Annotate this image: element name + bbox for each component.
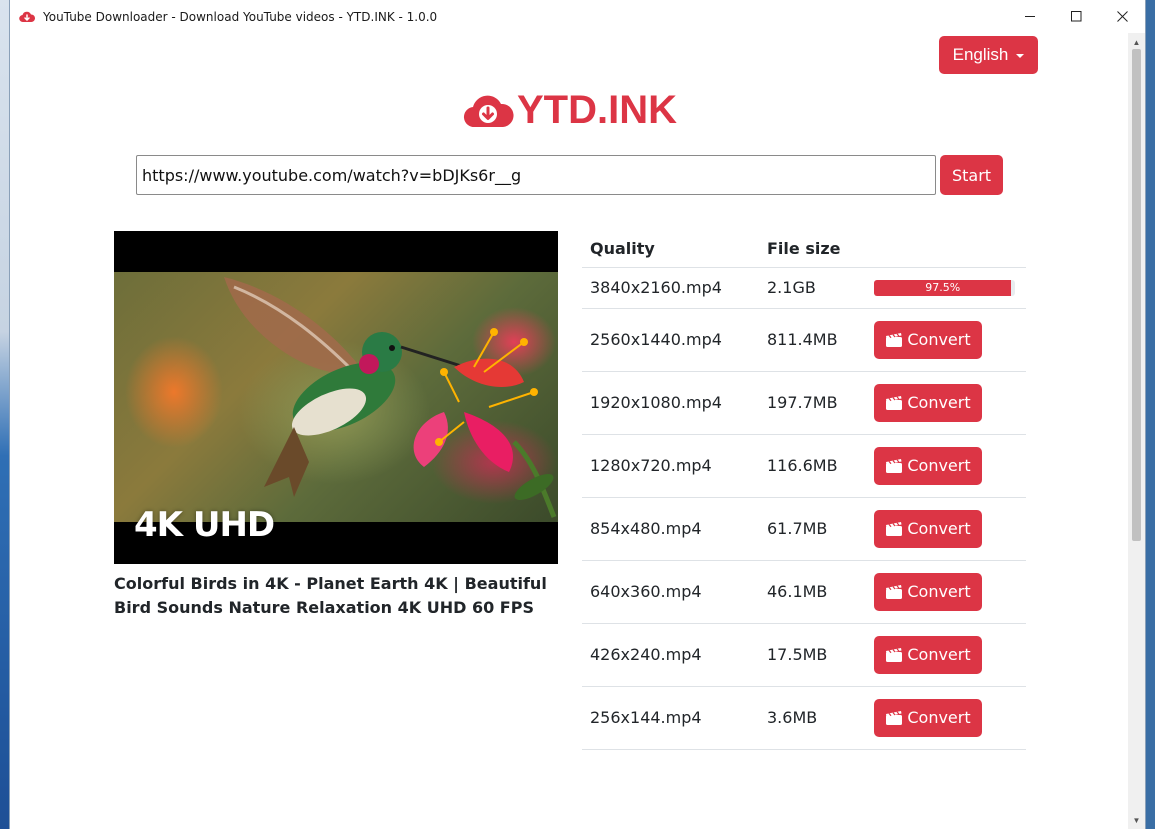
quality-cell: 854x480.mp4 bbox=[582, 497, 759, 561]
film-icon bbox=[885, 521, 903, 537]
window-title: YouTube Downloader - Download YouTube vi… bbox=[43, 9, 438, 24]
start-button[interactable]: Start bbox=[940, 155, 1003, 195]
convert-label: Convert bbox=[907, 393, 971, 412]
quality-cell: 640x360.mp4 bbox=[582, 560, 759, 624]
column-header-quality: Quality bbox=[582, 230, 759, 268]
size-cell: 46.1MB bbox=[759, 560, 866, 624]
title-bar: YouTube Downloader - Download YouTube vi… bbox=[10, 0, 1145, 33]
video-title: Colorful Birds in 4K - Planet Earth 4K |… bbox=[114, 574, 547, 617]
url-input[interactable] bbox=[136, 155, 936, 195]
app-cloud-download-icon bbox=[19, 9, 35, 25]
window-controls bbox=[1007, 0, 1145, 33]
size-cell: 116.6MB bbox=[759, 434, 866, 498]
film-icon bbox=[885, 710, 903, 726]
formats-table: Quality File size 3840x2160.mp4 2.1GB 97… bbox=[582, 230, 1026, 750]
convert-button[interactable]: Convert bbox=[874, 320, 982, 359]
close-button[interactable] bbox=[1099, 0, 1145, 33]
column-header-action bbox=[866, 230, 1026, 268]
thumbnail-image: 4K UHD bbox=[114, 272, 558, 545]
convert-label: Convert bbox=[907, 582, 971, 601]
logo: YTD.INK bbox=[463, 88, 677, 132]
app-window: YouTube Downloader - Download YouTube vi… bbox=[9, 0, 1146, 829]
action-cell: Convert bbox=[866, 623, 1026, 687]
quality-cell: 3840x2160.mp4 bbox=[582, 267, 759, 309]
film-icon bbox=[885, 332, 903, 348]
column-header-file-size: File size bbox=[759, 230, 866, 268]
film-icon bbox=[885, 458, 903, 474]
action-cell: Convert bbox=[866, 560, 1026, 624]
scroll-up-arrow-icon[interactable]: ▲ bbox=[1128, 35, 1145, 49]
convert-label: Convert bbox=[907, 519, 971, 538]
table-row: 1280x720.mp4 116.6MB Convert bbox=[582, 434, 1026, 498]
convert-label: Convert bbox=[907, 645, 971, 664]
maximize-icon bbox=[1070, 11, 1081, 22]
action-cell: Convert bbox=[866, 371, 1026, 435]
convert-label: Convert bbox=[907, 708, 971, 727]
table-header-row: Quality File size bbox=[582, 230, 1026, 268]
convert-label: Convert bbox=[907, 330, 971, 349]
table-row: 256x144.mp4 3.6MB Convert bbox=[582, 686, 1026, 750]
quality-cell: 1280x720.mp4 bbox=[582, 434, 759, 498]
logo-cloud-download-icon bbox=[463, 95, 514, 128]
convert-button[interactable]: Convert bbox=[874, 509, 982, 548]
convert-button[interactable]: Convert bbox=[874, 572, 982, 611]
size-cell: 197.7MB bbox=[759, 371, 866, 435]
size-cell: 61.7MB bbox=[759, 497, 866, 561]
progress-bar: 97.5% bbox=[874, 279, 1015, 296]
thumbnail-badge: 4K UHD bbox=[134, 505, 275, 545]
film-icon bbox=[885, 647, 903, 663]
quality-cell: 2560x1440.mp4 bbox=[582, 308, 759, 372]
hummingbird-illustration bbox=[224, 277, 557, 518]
language-dropdown-button[interactable]: English bbox=[939, 36, 1038, 74]
table-row: 640x360.mp4 46.1MB Convert bbox=[582, 560, 1026, 624]
table-row: 426x240.mp4 17.5MB Convert bbox=[582, 623, 1026, 687]
progress-cell: 97.5% bbox=[866, 267, 1026, 309]
table-row: 3840x2160.mp4 2.1GB 97.5% bbox=[582, 267, 1026, 309]
minimize-icon bbox=[1024, 16, 1035, 17]
table-row: 854x480.mp4 61.7MB Convert bbox=[582, 497, 1026, 561]
maximize-button[interactable] bbox=[1053, 0, 1099, 33]
size-cell: 811.4MB bbox=[759, 308, 866, 372]
convert-label: Convert bbox=[907, 456, 971, 475]
vertical-scrollbar[interactable]: ▲ ▼ bbox=[1128, 33, 1145, 829]
language-label: English bbox=[952, 45, 1009, 64]
video-thumbnail: 4K UHD bbox=[114, 231, 558, 564]
table-row: 1920x1080.mp4 197.7MB Convert bbox=[582, 371, 1026, 435]
size-cell: 17.5MB bbox=[759, 623, 866, 687]
size-cell: 3.6MB bbox=[759, 686, 866, 750]
scroll-down-arrow-icon[interactable]: ▼ bbox=[1128, 813, 1145, 827]
progress-fill: 97.5% bbox=[874, 279, 1012, 296]
page-content: English YTD.INK Start bbox=[10, 33, 1130, 829]
close-icon bbox=[1116, 11, 1128, 22]
quality-cell: 256x144.mp4 bbox=[582, 686, 759, 750]
caret-down-icon bbox=[1016, 54, 1025, 58]
minimize-button[interactable] bbox=[1007, 0, 1053, 33]
action-cell: Convert bbox=[866, 497, 1026, 561]
quality-cell: 426x240.mp4 bbox=[582, 623, 759, 687]
film-icon bbox=[885, 584, 903, 600]
action-cell: Convert bbox=[866, 308, 1026, 372]
convert-button[interactable]: Convert bbox=[874, 635, 982, 674]
convert-button[interactable]: Convert bbox=[874, 446, 982, 485]
table-row: 2560x1440.mp4 811.4MB Convert bbox=[582, 308, 1026, 372]
film-icon bbox=[885, 395, 903, 411]
convert-button[interactable]: Convert bbox=[874, 698, 982, 737]
action-cell: Convert bbox=[866, 686, 1026, 750]
convert-button[interactable]: Convert bbox=[874, 383, 982, 422]
logo-text: YTD.INK bbox=[517, 87, 677, 132]
size-cell: 2.1GB bbox=[759, 267, 866, 309]
action-cell: Convert bbox=[866, 434, 1026, 498]
quality-cell: 1920x1080.mp4 bbox=[582, 371, 759, 435]
scrollbar-thumb[interactable] bbox=[1132, 49, 1141, 541]
